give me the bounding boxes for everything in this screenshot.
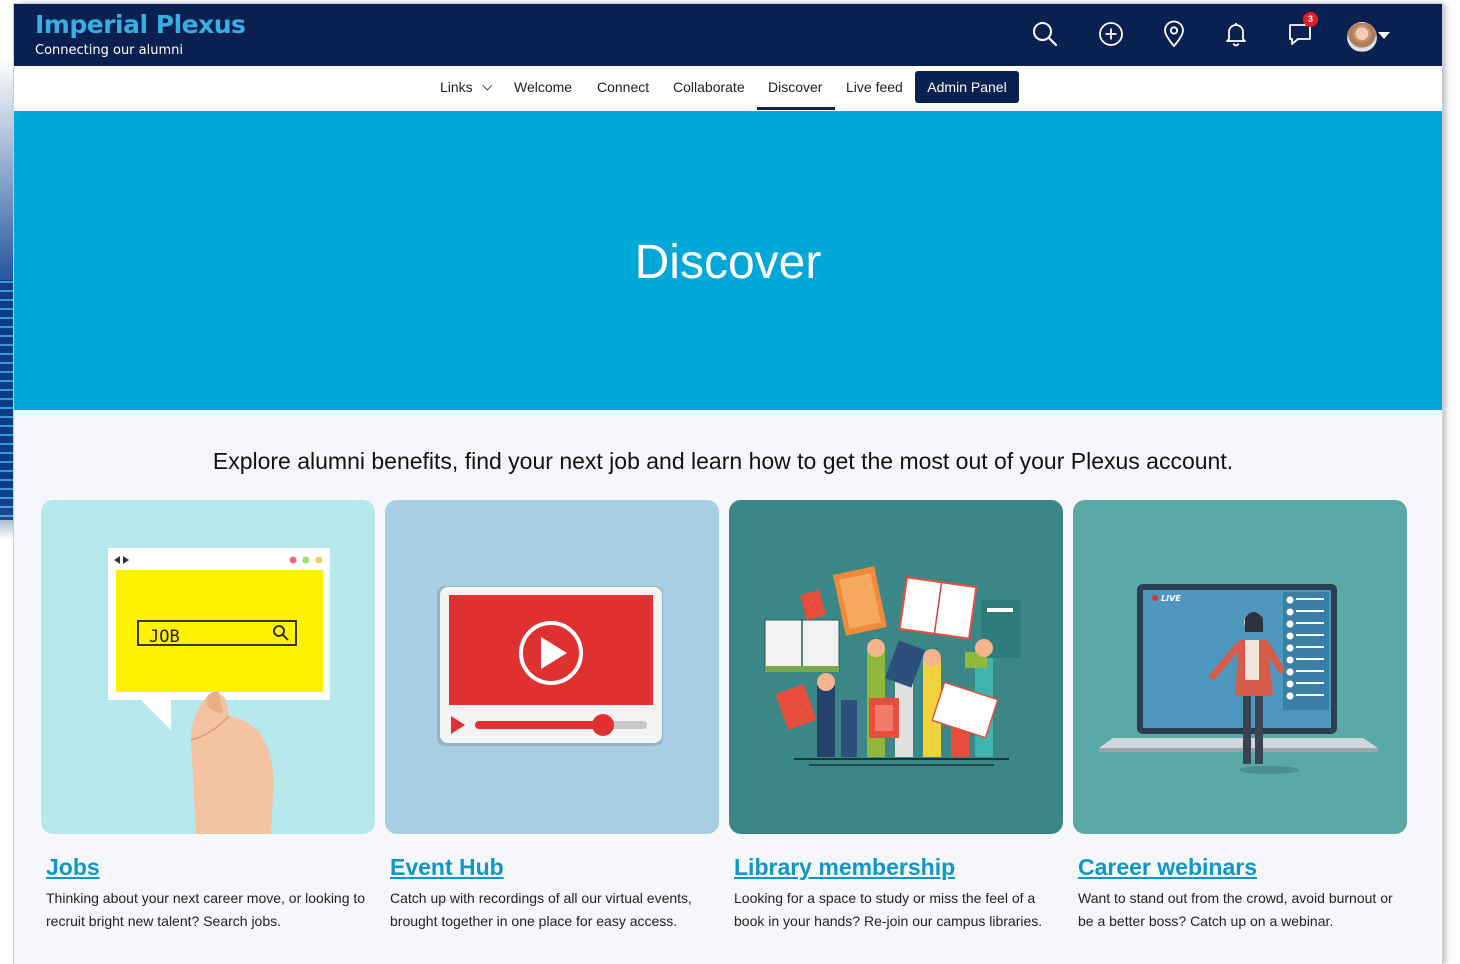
nav-item-connect[interactable]: Connect	[597, 66, 649, 111]
user-avatar[interactable]	[1347, 22, 1377, 52]
card-title-career-webinars[interactable]: Career webinars	[1078, 854, 1257, 881]
bell-icon[interactable]	[1220, 18, 1252, 50]
chat-icon[interactable]: 3	[1284, 12, 1318, 50]
card-jobs: JOB Jobs Thinking about your next career…	[41, 500, 375, 933]
card-title-jobs[interactable]: Jobs	[46, 854, 100, 881]
jobs-image[interactable]: JOB	[41, 500, 375, 834]
library-image[interactable]	[729, 500, 1063, 834]
live-label: LIVE	[1161, 594, 1181, 603]
nav-item-collaborate[interactable]: Collaborate	[673, 66, 745, 111]
card-description-jobs: Thinking about your next career move, or…	[46, 890, 366, 929]
intro-text: Explore alumni benefits, find your next …	[212, 448, 1234, 474]
card-description-career-webinars: Want to stand out from the crowd, avoid …	[1078, 890, 1393, 929]
event-hub-image[interactable]	[385, 500, 719, 834]
messages-badge: 3	[1303, 12, 1318, 27]
plus-circle-icon[interactable]	[1095, 18, 1127, 50]
brand-title[interactable]: Imperial Plexus	[35, 10, 246, 39]
career-webinars-image[interactable]: LIVE	[1073, 500, 1407, 834]
page-title: Discover	[634, 236, 822, 289]
hero-banner: Discover	[14, 111, 1442, 410]
nav-item-welcome[interactable]: Welcome	[514, 66, 572, 111]
nav-item-live-feed[interactable]: Live feed	[846, 66, 903, 111]
card-description-event-hub: Catch up with recordings of all our virt…	[390, 890, 692, 929]
search-icon[interactable]	[1029, 18, 1061, 50]
active-tab-indicator	[757, 107, 835, 110]
main-nav: Links Welcome Connect Collaborate Discov…	[14, 66, 1442, 111]
chevron-down-icon[interactable]	[1378, 32, 1390, 39]
card-title-event-hub[interactable]: Event Hub	[390, 854, 504, 881]
card-event-hub: Event Hub Catch up with recordings of al…	[385, 500, 719, 933]
card-title-library-membership[interactable]: Library membership	[734, 854, 955, 881]
top-header: Imperial Plexus Connecting our alumni 3	[14, 4, 1442, 66]
admin-panel-button[interactable]: Admin Panel	[915, 71, 1019, 103]
job-search-text: JOB	[149, 627, 180, 647]
desktop-backdrop-pattern	[0, 280, 14, 520]
browser-page: Imperial Plexus Connecting our alumni 3 …	[14, 4, 1442, 964]
card-library-membership: Library membership Looking for a space t…	[729, 500, 1063, 933]
nav-item-discover[interactable]: Discover	[768, 66, 822, 111]
map-pin-icon[interactable]	[1158, 18, 1190, 50]
nav-item-label: Links	[440, 79, 473, 95]
card-career-webinars: LIVE Career webinars Want to stand out f…	[1073, 500, 1407, 933]
nav-item-links[interactable]: Links	[440, 66, 492, 111]
card-description-library-membership: Looking for a space to study or miss the…	[734, 890, 1043, 929]
brand-subtitle: Connecting our alumni	[35, 43, 183, 58]
chevron-down-icon	[482, 80, 492, 91]
